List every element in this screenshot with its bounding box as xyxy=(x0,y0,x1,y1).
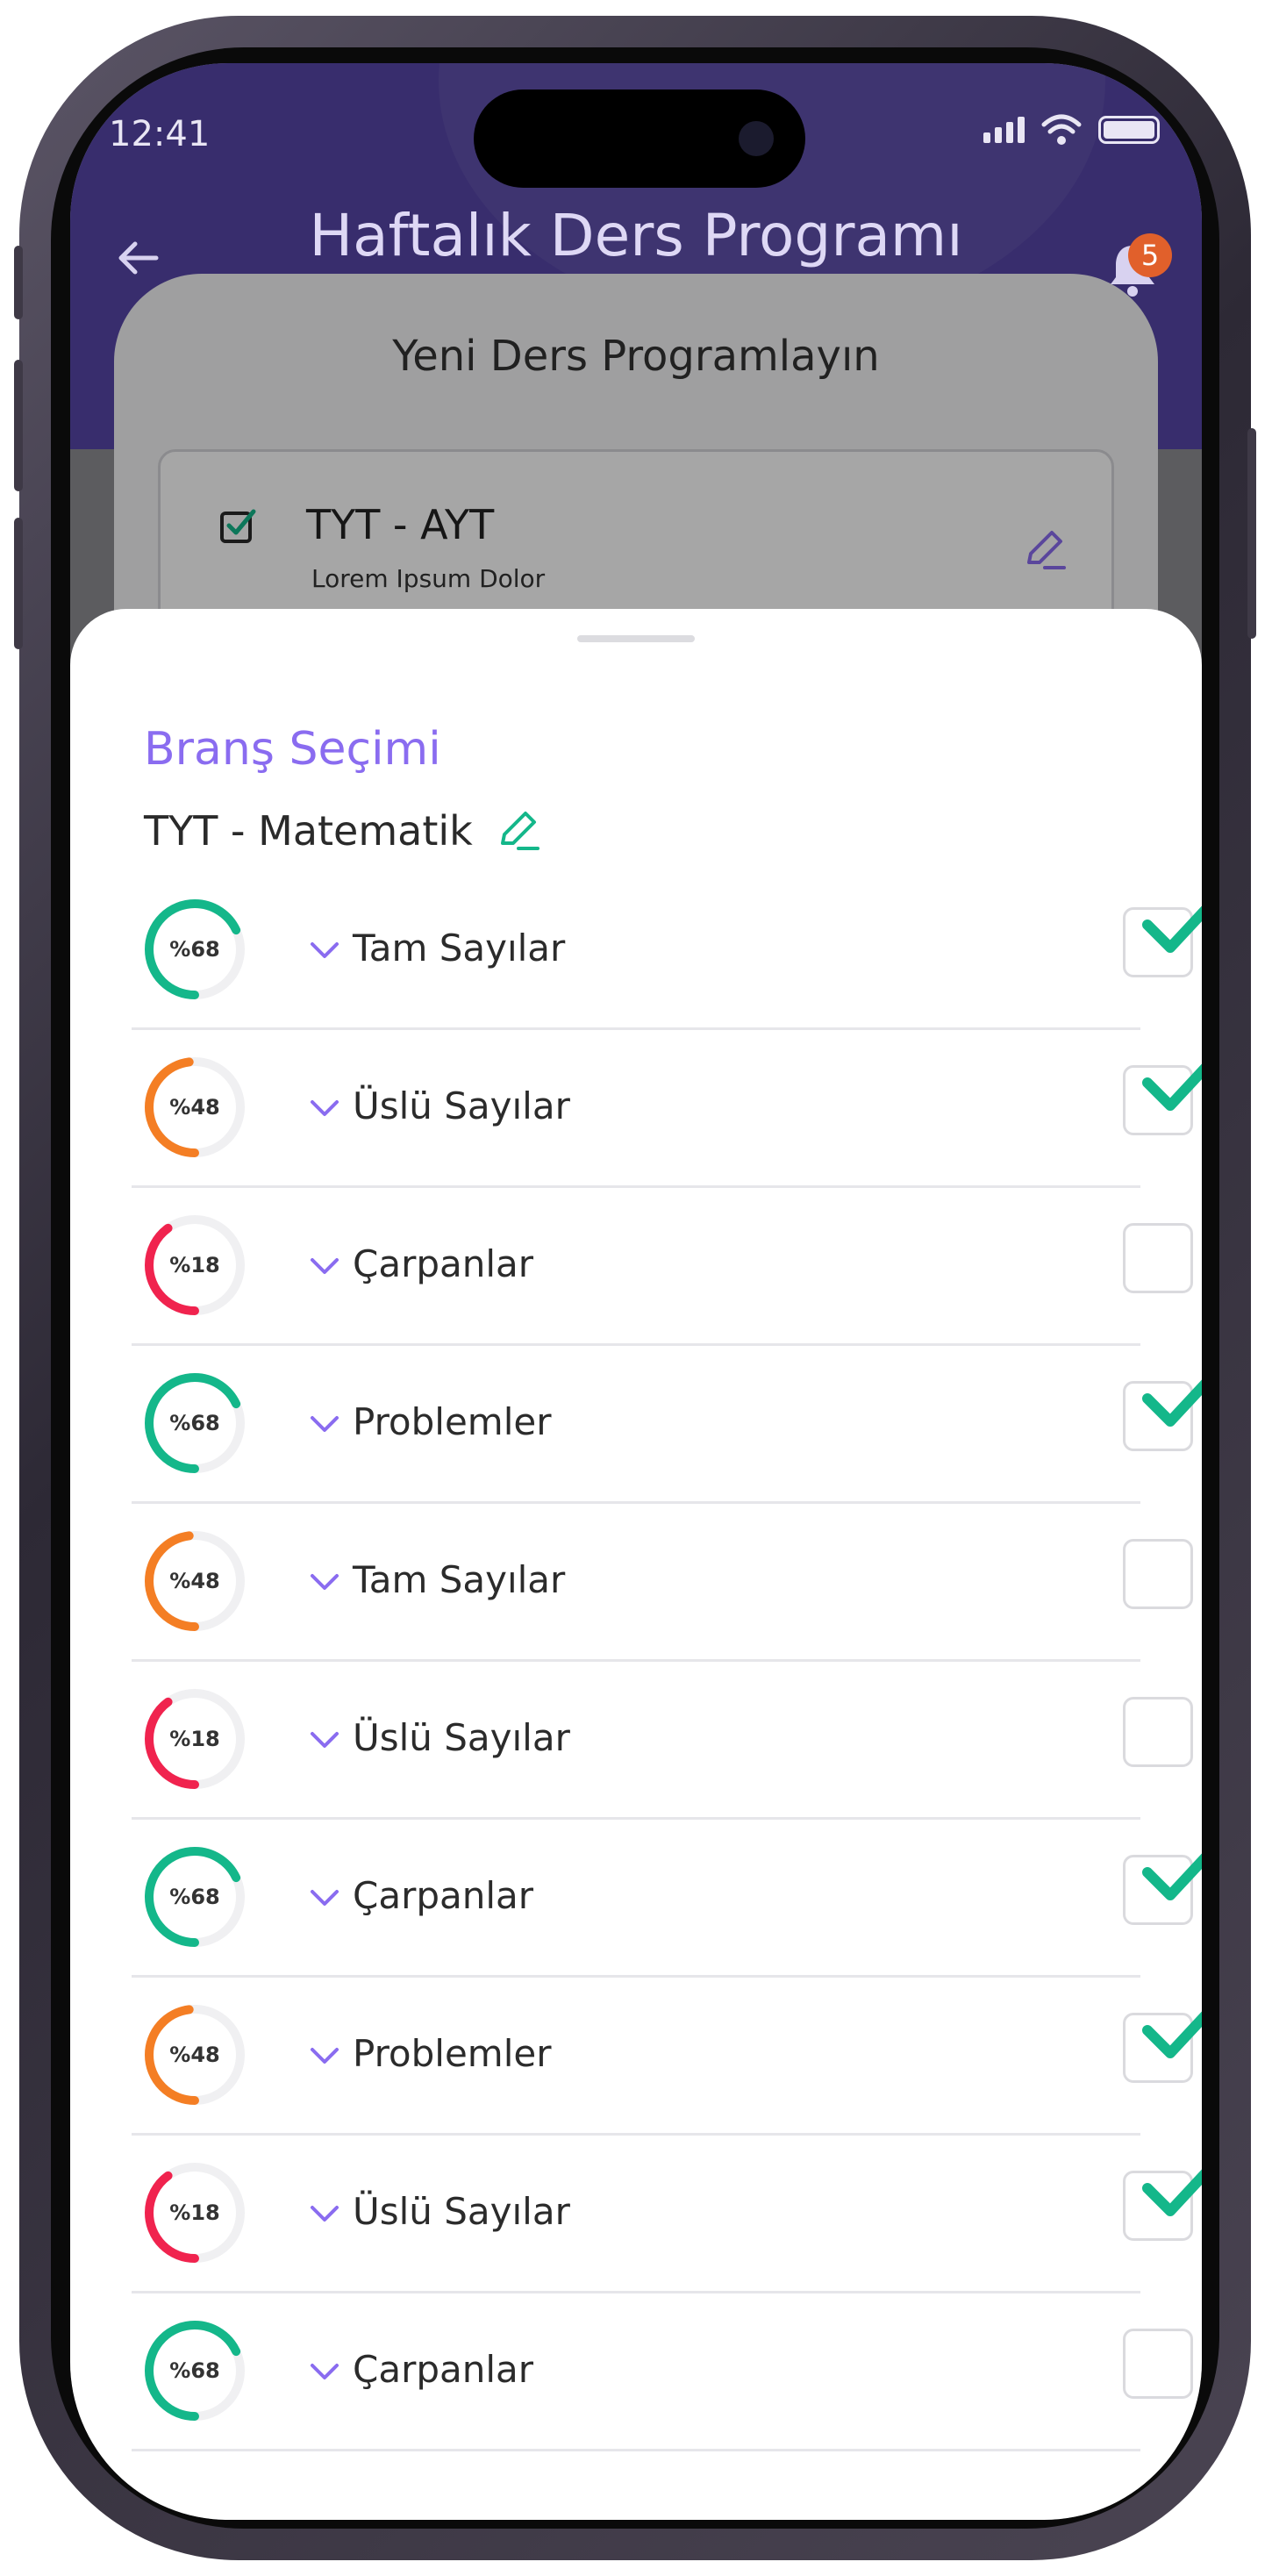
topic-row[interactable]: %68 Tam Sayılar xyxy=(132,872,1202,1030)
topic-label: Tam Sayılar xyxy=(353,927,566,970)
progress-percent: %48 xyxy=(169,1569,220,1593)
topic-row[interactable]: %18 Üslü Sayılar xyxy=(132,2136,1202,2293)
topic-label: Üslü Sayılar xyxy=(353,1084,570,1127)
topic-list: %68 Tam Sayılar %48 Üslü Sayılar %18 Çarpanla… xyxy=(132,872,1202,2451)
topic-checkbox[interactable] xyxy=(1123,1539,1193,1609)
dynamic-island xyxy=(474,89,805,188)
checkmark-icon xyxy=(1142,2169,1202,2216)
bottom-sheet: Branş Seçimi TYT - Matematik %68 Tam Sayı… xyxy=(70,609,1202,2520)
chevron-down-icon[interactable] xyxy=(307,2200,342,2225)
topic-row[interactable]: %48 Üslü Sayılar xyxy=(132,1030,1202,1188)
checkmark-icon xyxy=(1142,1853,1202,1900)
page-title: Haftalık Ders Programı xyxy=(309,202,963,269)
volume-up-button xyxy=(14,360,23,491)
progress-percent: %68 xyxy=(169,2358,220,2383)
action-button xyxy=(14,246,23,319)
progress-percent: %68 xyxy=(169,937,220,962)
topic-row[interactable]: %18 Çarpanlar xyxy=(132,1188,1193,1346)
topic-row[interactable]: %18 Üslü Sayılar xyxy=(132,1662,1193,1820)
chevron-down-icon[interactable] xyxy=(307,1095,342,1120)
chevron-down-icon[interactable] xyxy=(307,937,342,962)
section-title: Branş Seçimi xyxy=(144,723,441,776)
topic-checkbox[interactable] xyxy=(1123,1697,1193,1767)
progress-percent: %48 xyxy=(169,1095,220,1120)
progress-percent: %18 xyxy=(169,1727,220,1751)
topic-row[interactable]: %48 Problemler xyxy=(132,1978,1202,2136)
sheet-grabber[interactable] xyxy=(577,635,695,642)
topic-label: Tam Sayılar xyxy=(353,1558,566,1601)
topic-checkbox[interactable] xyxy=(1123,2329,1193,2399)
topic-row[interactable]: %48 Tam Sayılar xyxy=(132,1504,1193,1662)
topic-label: Çarpanlar xyxy=(353,2348,534,2391)
screen: Yeni Ders Programlayın TYT - AYT Lorem I… xyxy=(70,63,1202,2520)
progress-percent: %68 xyxy=(169,1411,220,1435)
pencil-icon[interactable] xyxy=(496,808,541,854)
power-button xyxy=(1247,428,1256,639)
checkmark-icon xyxy=(1142,1063,1202,1111)
checkmark-icon xyxy=(1142,905,1202,953)
volume-down-button xyxy=(14,518,23,649)
chevron-down-icon[interactable] xyxy=(307,2043,342,2067)
topic-label: Çarpanlar xyxy=(353,1242,534,1285)
chevron-down-icon[interactable] xyxy=(307,1253,342,1277)
chevron-down-icon[interactable] xyxy=(307,1885,342,1909)
chevron-down-icon[interactable] xyxy=(307,1727,342,1751)
topic-row[interactable]: %68 Çarpanlar xyxy=(132,2293,1193,2451)
topic-label: Üslü Sayılar xyxy=(353,1716,570,1759)
notification-badge: 5 xyxy=(1128,233,1172,277)
checkmark-icon xyxy=(1142,2011,1202,2058)
status-time: 12:41 xyxy=(109,114,211,154)
checkmark-icon xyxy=(1142,1379,1202,1427)
wifi-icon xyxy=(1041,114,1082,145)
camera xyxy=(739,121,774,156)
topic-label: Üslü Sayılar xyxy=(353,2190,570,2233)
subject-row: TYT - Matematik xyxy=(144,807,541,855)
battery-icon xyxy=(1098,116,1160,144)
topic-row[interactable]: %68 Problemler xyxy=(132,1346,1202,1504)
progress-percent: %18 xyxy=(169,2200,220,2225)
topic-row[interactable]: %68 Çarpanlar xyxy=(132,1820,1202,1978)
chevron-down-icon[interactable] xyxy=(307,1411,342,1435)
signal-icon xyxy=(983,117,1025,143)
chevron-down-icon[interactable] xyxy=(307,2358,342,2383)
topic-label: Problemler xyxy=(353,2032,552,2075)
topic-label: Problemler xyxy=(353,1400,552,1443)
topic-label: Çarpanlar xyxy=(353,1874,534,1917)
progress-percent: %48 xyxy=(169,2043,220,2067)
status-icons xyxy=(983,114,1160,146)
progress-percent: %68 xyxy=(169,1885,220,1909)
subject-name: TYT - Matematik xyxy=(144,807,473,855)
topic-checkbox[interactable] xyxy=(1123,1223,1193,1293)
progress-percent: %18 xyxy=(169,1253,220,1277)
chevron-down-icon[interactable] xyxy=(307,1569,342,1593)
